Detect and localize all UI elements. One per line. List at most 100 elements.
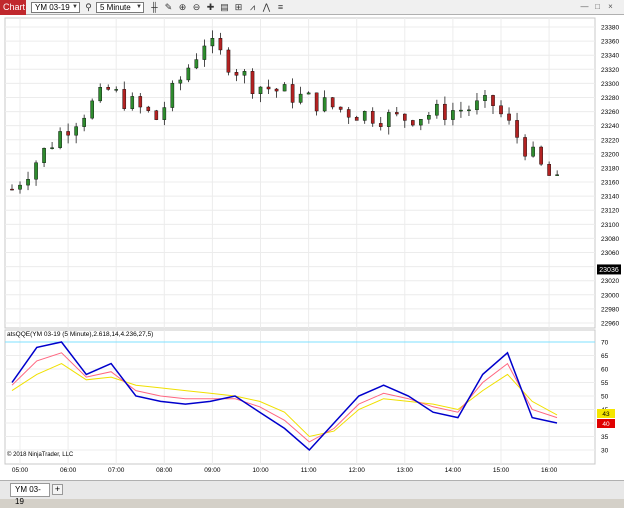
instrument-selector[interactable]: YM 03-19 ▼: [31, 2, 80, 13]
price-tick-label: 23320: [601, 67, 619, 74]
candle-down: [403, 113, 407, 121]
time-tick-label: 13:00: [397, 467, 414, 474]
candle-up: [202, 45, 207, 60]
price-tick-label: 23000: [601, 292, 619, 299]
indicator-tick-label: 60: [601, 367, 609, 374]
candle-down: [370, 111, 375, 124]
window-menu-icon[interactable]: ≡: [275, 2, 286, 13]
copyright-label: © 2018 NinjaTrader, LLC: [7, 451, 74, 458]
time-tick-label: 05:00: [12, 467, 29, 474]
drawing-tools-icon[interactable]: ✎: [163, 2, 174, 13]
chart-title-tab[interactable]: Chart: [0, 0, 26, 15]
candle-up: [306, 92, 311, 95]
time-tick-label: 14:00: [445, 467, 462, 474]
maximize-button[interactable]: □: [593, 2, 602, 12]
candle-down: [138, 96, 143, 108]
price-panel[interactable]: [4, 17, 596, 329]
add-tab-button[interactable]: +: [52, 484, 63, 495]
candle-up: [555, 174, 559, 176]
candle-up: [451, 110, 455, 120]
time-tick-label: 09:00: [204, 467, 221, 474]
indicator-tick-label: 70: [601, 340, 609, 347]
interval-selector[interactable]: 5 Minute ▼: [96, 2, 144, 13]
candle-down: [443, 103, 447, 120]
indicators-icon[interactable]: ⊞: [233, 2, 244, 13]
candle-up: [419, 119, 423, 126]
last-price-marker: 23036: [597, 264, 621, 275]
candle-up: [210, 38, 215, 47]
candle-down: [266, 86, 271, 90]
candle-up: [459, 109, 463, 112]
price-tick-label: 23120: [601, 208, 619, 215]
candle-up: [531, 146, 535, 157]
price-tick-label: 23300: [601, 81, 619, 88]
time-x-axis: 05:00 06:00 07:00 08:00 09:00 10:00 11:00 12:00…: [12, 467, 558, 474]
candle-up: [130, 96, 135, 109]
candle-up: [50, 147, 54, 149]
indicator-panel[interactable]: [4, 329, 596, 465]
indicator-upper-badge-label: 43: [602, 411, 610, 418]
candle-down: [226, 49, 231, 73]
candle-up: [26, 179, 30, 186]
indicator-lower-badge: 40: [597, 419, 615, 428]
close-button[interactable]: ×: [606, 2, 615, 12]
candle-up: [298, 93, 303, 103]
search-icon[interactable]: ⚲: [83, 2, 94, 13]
indicator-tick-label: 30: [601, 448, 609, 455]
time-tick-label: 11:00: [301, 467, 317, 474]
candle-up: [162, 107, 167, 120]
candle-up: [18, 184, 22, 190]
price-tick-label: 23360: [601, 39, 619, 46]
price-tick-label: 23220: [601, 137, 619, 144]
candle-up: [82, 117, 86, 127]
candle-down: [515, 120, 519, 138]
time-tick-label: 12:00: [349, 467, 366, 474]
zoom-out-icon[interactable]: ⊖: [191, 2, 202, 13]
interval-selector-value: 5 Minute: [100, 3, 131, 12]
zoom-in-icon[interactable]: ⊕: [177, 2, 188, 13]
time-tick-label: 15:00: [493, 467, 510, 474]
strategies-icon[interactable]: ⩘: [247, 2, 258, 13]
data-box-icon[interactable]: ⋀: [261, 2, 272, 13]
candle-down: [378, 123, 383, 127]
candle-down: [346, 109, 351, 118]
time-tick-label: 16:00: [541, 467, 558, 474]
time-tick-label: 06:00: [60, 467, 77, 474]
instrument-tab[interactable]: YM 03-19: [10, 483, 50, 506]
price-tick-label: 23280: [601, 95, 619, 102]
candle-down: [106, 87, 110, 90]
indicator-lower-badge-label: 40: [602, 421, 610, 428]
price-tick-label: 22980: [601, 306, 619, 313]
candle-up: [282, 84, 287, 92]
last-price-label: 23036: [599, 267, 619, 274]
candle-up: [467, 109, 471, 112]
price-tick-label: 23240: [601, 123, 619, 130]
candle-down: [290, 84, 295, 103]
candle-down: [66, 131, 70, 136]
price-tick-label: 22960: [601, 321, 619, 328]
candle-up: [74, 126, 78, 136]
candle-up: [186, 67, 191, 81]
indicator-upper-badge: 43: [597, 409, 615, 418]
crosshair-icon[interactable]: ✚: [205, 2, 216, 13]
chart-canvas[interactable]: 23380 23360 23340 23320 23300 23280 23260 23240…: [0, 16, 624, 480]
candle-up: [34, 162, 38, 180]
candle-down: [274, 88, 279, 92]
instrument-selector-value: YM 03-19: [35, 3, 70, 12]
candle-up: [322, 97, 327, 112]
minimize-button[interactable]: —: [580, 2, 589, 12]
candle-down: [154, 110, 159, 120]
price-tick-label: 23340: [601, 53, 619, 60]
candle-down: [507, 113, 511, 121]
bar-type-icon[interactable]: ╫: [149, 2, 160, 13]
candle-down: [314, 92, 319, 112]
price-tick-label: 23080: [601, 236, 619, 243]
candle-down: [234, 72, 239, 76]
indicator-tick-label: 55: [601, 380, 609, 387]
properties-icon[interactable]: ▤: [219, 2, 230, 13]
price-tick-label: 23200: [601, 151, 619, 158]
indicator-tick-label: 35: [601, 434, 609, 441]
indicator-y-axis: 706560555045403530: [601, 340, 609, 455]
candle-up: [58, 131, 62, 148]
candle-up: [362, 111, 367, 121]
